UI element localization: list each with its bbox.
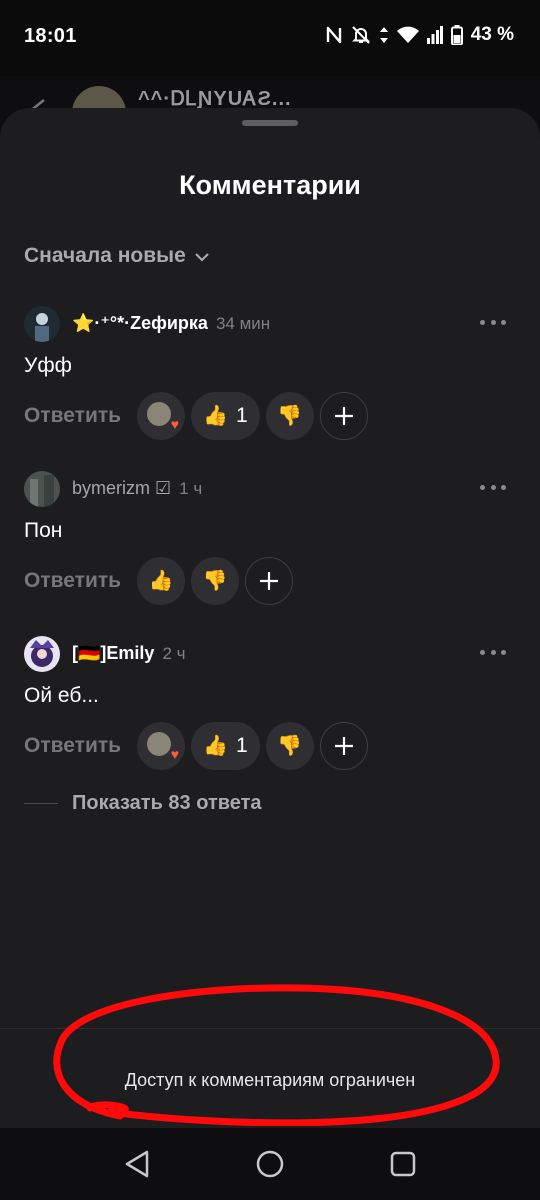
thumbs-down-icon: 👎 <box>277 735 303 757</box>
author-liked-avatar: ♥ <box>147 732 179 762</box>
thumbs-up-icon: 👍 <box>148 570 174 592</box>
comment-time: 34 мин <box>215 314 271 333</box>
data-arrows-icon <box>379 25 389 45</box>
more-dots-icon[interactable] <box>480 477 506 497</box>
comment-actions: Ответить 👍 👎 <box>24 557 294 605</box>
wifi-icon <box>396 26 419 44</box>
comment-author[interactable]: [🇩🇪]Emily 2 ч <box>72 643 185 664</box>
nav-recents-icon[interactable] <box>383 1144 423 1184</box>
heart-icon: ♥ <box>170 416 180 432</box>
comment-actions: Ответить ♥ 👍 1 👎 <box>24 392 368 440</box>
chevron-down-icon <box>194 244 210 268</box>
avatar[interactable] <box>24 471 60 507</box>
dislike-button[interactable]: 👎 <box>191 557 240 605</box>
replies-divider-line <box>24 803 58 804</box>
author-reaction: ♥ <box>137 722 186 770</box>
like-button[interactable]: 👍 <box>137 557 186 605</box>
author-name: ⭐·⁺°*·Zeфирка <box>72 313 208 333</box>
thumbs-down-icon: 👎 <box>277 405 303 427</box>
comment-item: [🇩🇪]Emily 2 ч Ой еб... Ответить ♥ 👍 1 👎 <box>0 636 540 786</box>
nfc-icon <box>325 25 343 45</box>
like-button[interactable]: 👍 1 <box>191 722 260 770</box>
bell-off-icon <box>351 25 371 45</box>
comment-text: Ой еб... <box>24 684 99 707</box>
avatar[interactable] <box>24 306 60 342</box>
more-dots-icon[interactable] <box>480 642 506 662</box>
comment-time: 1 ч <box>179 479 203 498</box>
comment-item: bymerizm ☑ 1 ч Пон Ответить 👍 👎 <box>0 471 540 621</box>
sheet-title: Комментарии <box>179 170 361 200</box>
comment-item: ⭐·⁺°*·Zeфирка 34 мин Уфф Ответить ♥ 👍 1 👎 <box>0 306 540 456</box>
show-replies-button[interactable]: Показать 83 ответа <box>24 792 262 815</box>
author-reaction: ♥ <box>137 392 186 440</box>
battery-percent: 43 % <box>470 24 514 45</box>
add-reaction-button[interactable] <box>319 392 368 440</box>
show-replies-label: Показать 83 ответа <box>72 792 262 814</box>
thumbs-up-icon: 👍 <box>203 405 228 427</box>
dislike-button[interactable]: 👎 <box>265 722 314 770</box>
author-name: bymerizm ☑ <box>72 478 172 498</box>
comment-text: Уфф <box>24 354 72 377</box>
sort-label: Сначала новые <box>24 244 186 267</box>
dislike-button[interactable]: 👎 <box>265 392 314 440</box>
avatar[interactable] <box>24 636 60 672</box>
like-button[interactable]: 👍 1 <box>191 392 260 440</box>
heart-icon: ♥ <box>170 746 180 762</box>
thumbs-down-icon: 👎 <box>202 570 228 592</box>
like-count: 1 <box>235 404 248 427</box>
like-count: 1 <box>235 734 248 757</box>
comment-text: Пон <box>24 519 63 542</box>
reply-button[interactable]: Ответить <box>24 569 121 593</box>
red-annotation-ellipse <box>53 984 500 1126</box>
plus-icon <box>260 572 279 590</box>
comment-actions: Ответить ♥ 👍 1 👎 <box>24 722 368 770</box>
comment-time: 2 ч <box>162 644 186 663</box>
nav-home-icon[interactable] <box>250 1144 290 1184</box>
drag-handle[interactable] <box>242 120 298 126</box>
sort-dropdown[interactable]: Сначала новые <box>24 244 210 268</box>
reply-button[interactable]: Ответить <box>24 404 121 428</box>
nav-back-icon[interactable] <box>117 1144 157 1184</box>
plus-icon <box>334 737 353 755</box>
signal-icon <box>426 26 443 44</box>
author-name: [🇩🇪]Emily <box>72 643 155 663</box>
thumbs-up-icon: 👍 <box>203 735 228 757</box>
plus-icon <box>334 407 353 425</box>
more-dots-icon[interactable] <box>480 312 506 332</box>
comment-author[interactable]: bymerizm ☑ 1 ч <box>72 478 202 499</box>
comment-author[interactable]: ⭐·⁺°*·Zeфирка 34 мин <box>72 313 270 334</box>
add-reaction-button[interactable] <box>245 557 294 605</box>
add-reaction-button[interactable] <box>319 722 368 770</box>
status-time: 18:01 <box>24 25 77 47</box>
battery-icon <box>450 25 463 45</box>
comments-sheet: Комментарии Сначала новые ⭐·⁺°*·Zeфирка 3… <box>0 108 540 1128</box>
navigation-bar <box>0 1128 540 1200</box>
status-icons: 43 % <box>325 24 514 46</box>
reply-button[interactable]: Ответить <box>24 734 121 758</box>
author-liked-avatar: ♥ <box>147 402 179 432</box>
status-bar: 18:01 43 % <box>0 0 540 76</box>
